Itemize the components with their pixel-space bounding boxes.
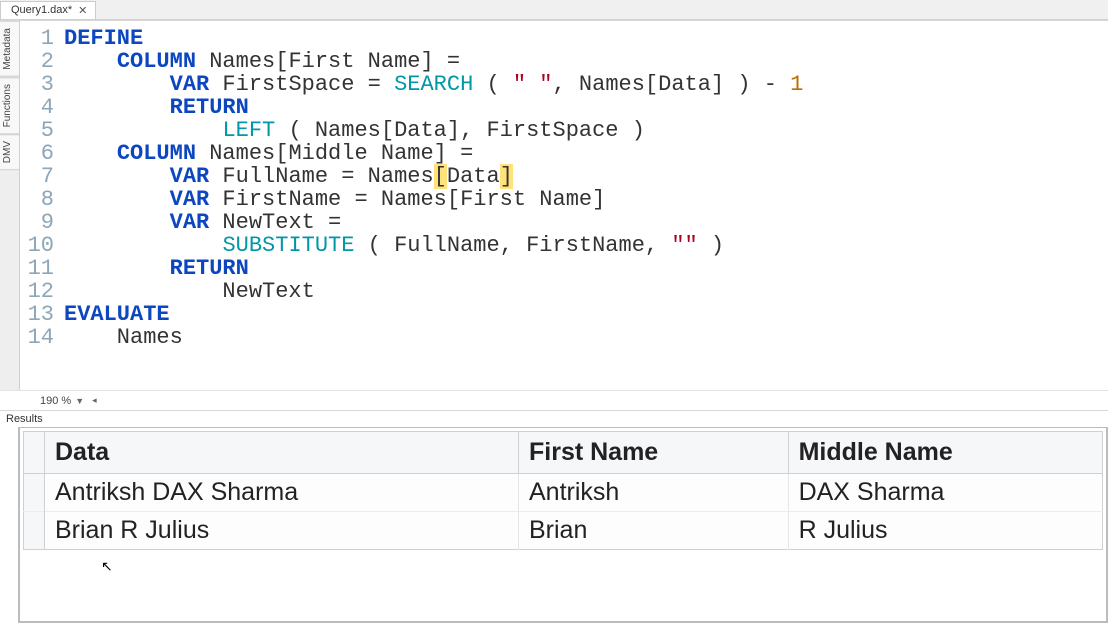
- table-row[interactable]: Antriksh DAX SharmaAntrikshDAX Sharma: [24, 474, 1103, 512]
- table-cell[interactable]: DAX Sharma: [788, 474, 1102, 512]
- side-tab-dmv[interactable]: DMV: [0, 134, 19, 170]
- table-cell[interactable]: Brian R Julius: [45, 512, 519, 550]
- table-cell[interactable]: Antriksh DAX Sharma: [45, 474, 519, 512]
- table-header-row: Data First Name Middle Name: [24, 432, 1103, 474]
- table-cell[interactable]: Brian: [519, 512, 789, 550]
- code-wrap: 1234567891011121314 DEFINE COLUMN Names[…: [20, 21, 1108, 390]
- col-header-first-name[interactable]: First Name: [519, 432, 789, 474]
- scroll-left-icon[interactable]: ◂: [92, 395, 97, 406]
- table-cell[interactable]: Antriksh: [519, 474, 789, 512]
- code-editor[interactable]: DEFINE COLUMN Names[First Name] = VAR Fi…: [60, 21, 1108, 390]
- row-selector[interactable]: [24, 474, 45, 512]
- dropdown-icon[interactable]: ▼: [75, 396, 84, 406]
- tab-bar: Query1.dax* ✕: [0, 0, 1108, 20]
- zoom-indicator[interactable]: 190 % ▼ ◂: [0, 390, 1108, 410]
- file-tab-label: Query1.dax*: [11, 4, 72, 16]
- table-cell[interactable]: R Julius: [788, 512, 1102, 550]
- close-icon[interactable]: ✕: [78, 4, 87, 17]
- results-pane: Data First Name Middle Name Antriksh DAX…: [18, 427, 1108, 623]
- line-gutter: 1234567891011121314: [20, 21, 60, 390]
- side-tabs: Metadata Functions DMV: [0, 21, 20, 390]
- table-row[interactable]: Brian R JuliusBrianR Julius: [24, 512, 1103, 550]
- col-header-data[interactable]: Data: [45, 432, 519, 474]
- results-header: Results: [0, 410, 1108, 427]
- col-header-middle-name[interactable]: Middle Name: [788, 432, 1102, 474]
- results-table: Data First Name Middle Name Antriksh DAX…: [23, 431, 1103, 550]
- side-tab-metadata[interactable]: Metadata: [0, 21, 19, 77]
- editor-area: Metadata Functions DMV 12345678910111213…: [0, 20, 1108, 390]
- row-selector[interactable]: [24, 512, 45, 550]
- row-selector-header: [24, 432, 45, 474]
- zoom-label: 190 %: [40, 395, 71, 407]
- file-tab[interactable]: Query1.dax* ✕: [0, 1, 96, 19]
- side-tab-functions[interactable]: Functions: [0, 77, 19, 134]
